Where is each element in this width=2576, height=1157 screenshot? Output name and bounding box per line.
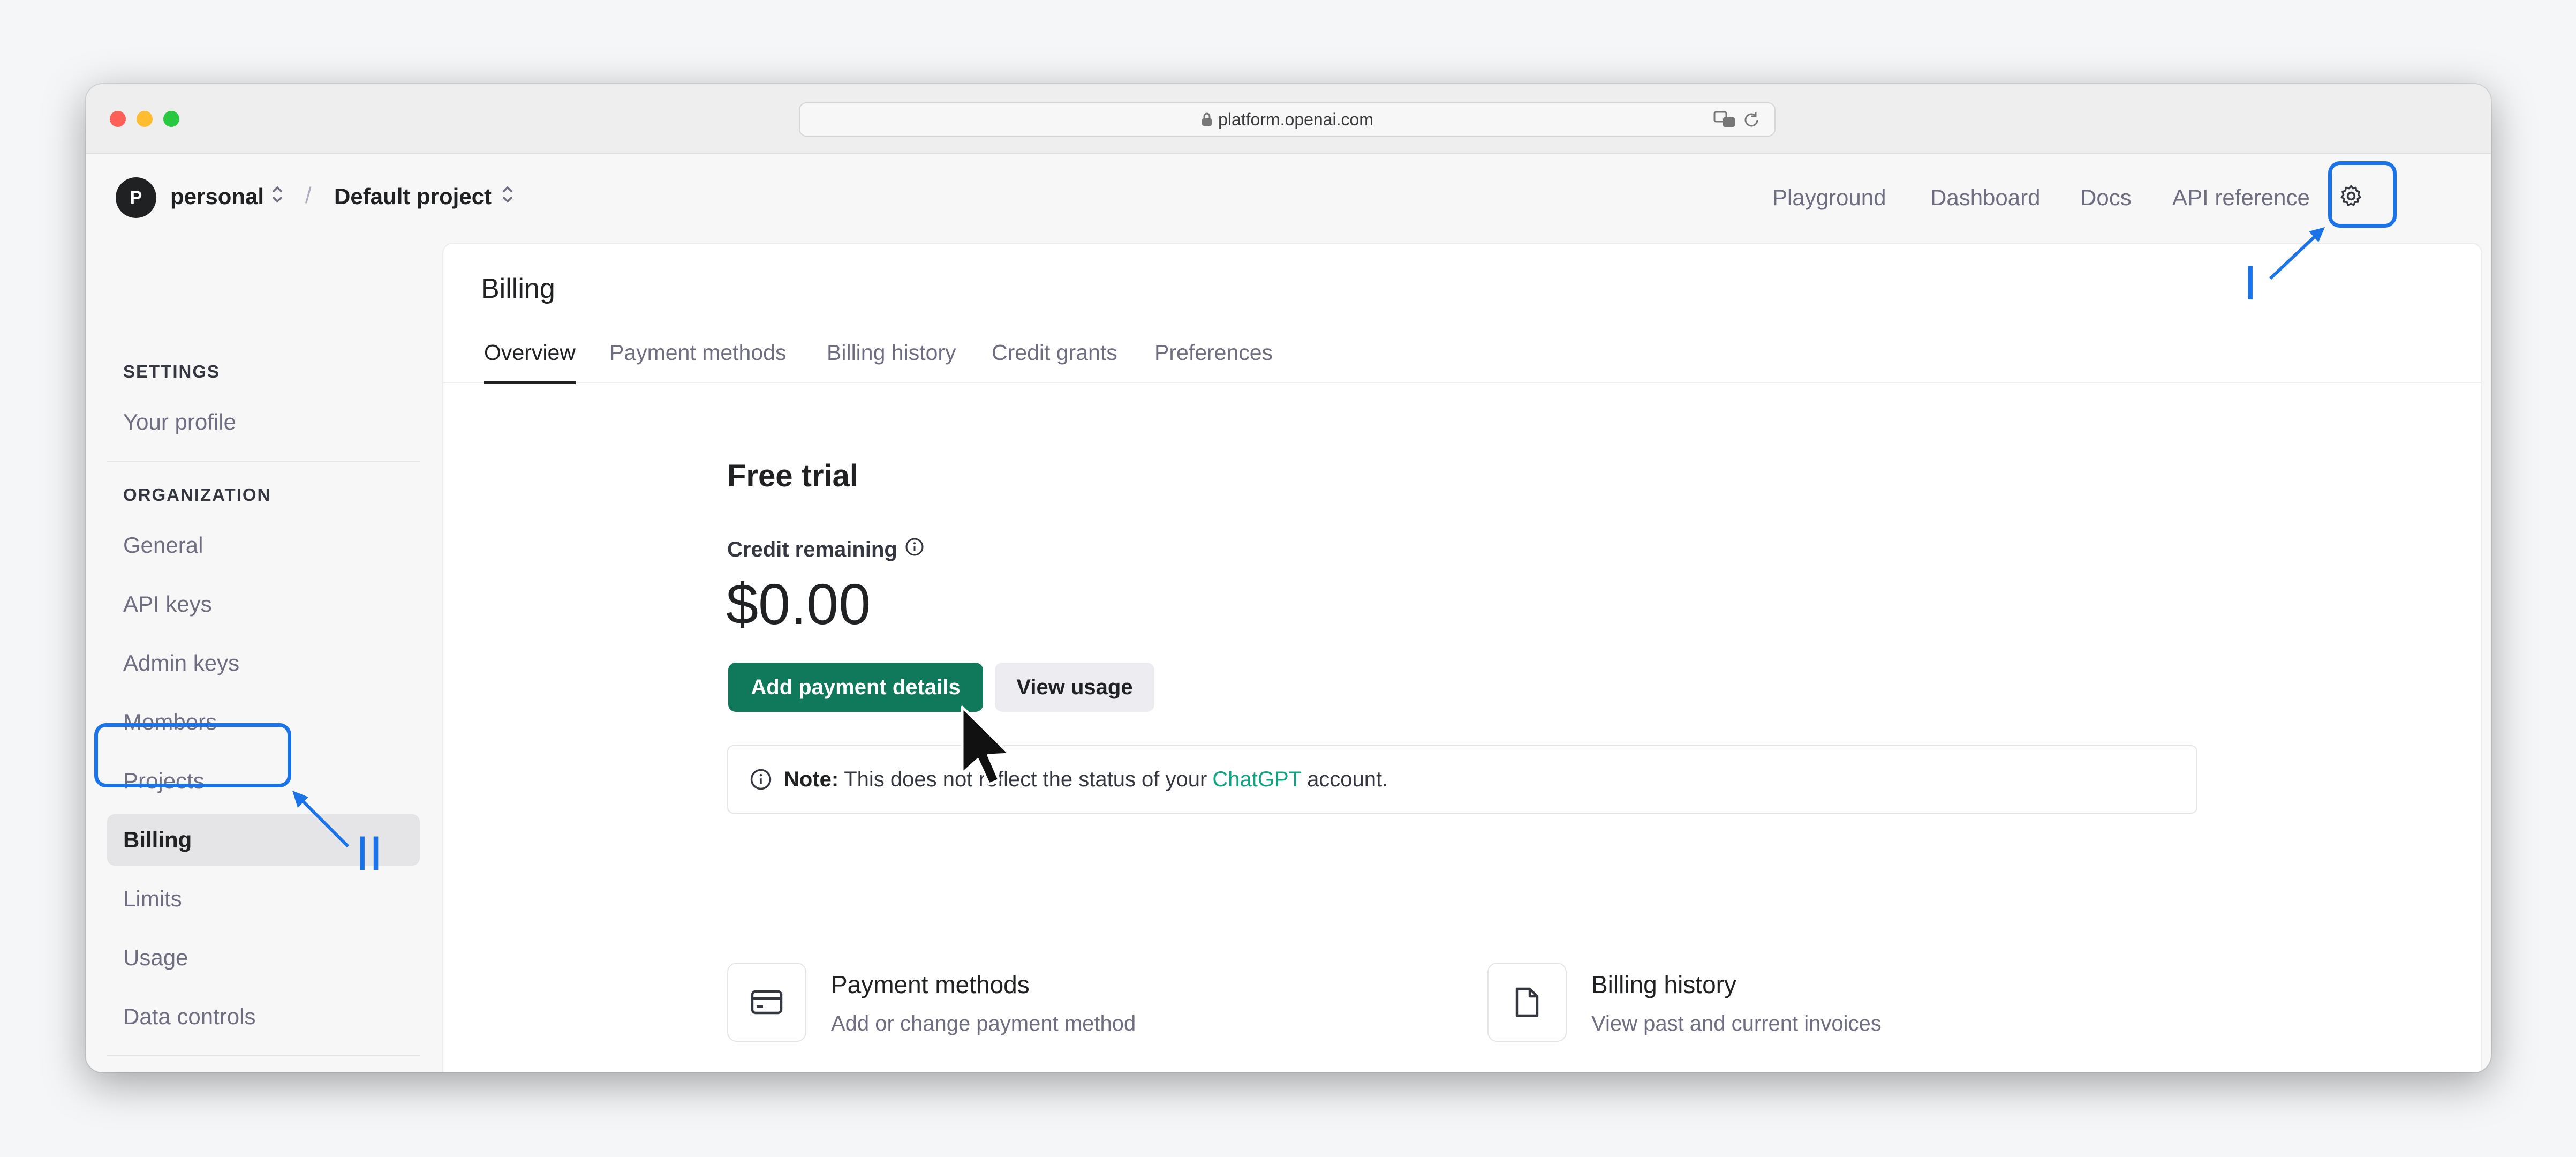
note-label: Note: [784, 767, 839, 791]
card-description: Add or change payment method [831, 1012, 1136, 1035]
tab-credit-grants[interactable]: Credit grants [992, 340, 1117, 381]
document-icon [1487, 963, 1567, 1042]
sidebar-item-api-keys[interactable]: API keys [107, 578, 420, 630]
nav-dashboard[interactable]: Dashboard [1930, 185, 2040, 211]
nav-api-reference[interactable]: API reference [2172, 185, 2310, 211]
card-title: Payment methods [831, 971, 1030, 998]
platform-header: P personal / Default project Playground … [86, 155, 2491, 235]
settings-sidebar: SETTINGS Your profile ORGANIZATION Gener… [86, 239, 439, 1072]
lock-icon [1201, 112, 1213, 127]
note-banner: Note: This does not reflect the status o… [727, 745, 2197, 814]
minimize-window-button[interactable] [137, 111, 153, 127]
project-switcher[interactable]: Default project [334, 184, 492, 209]
payment-methods-card[interactable]: Payment methods Add or change payment me… [727, 963, 1136, 1042]
annotation-highlight-billing [94, 723, 291, 787]
sidebar-divider [107, 1055, 420, 1056]
credit-label-text: Credit remaining [727, 537, 897, 561]
maximize-window-button[interactable] [163, 111, 179, 127]
annotation-step-2: II [356, 828, 383, 881]
card-description: View past and current invoices [1591, 1012, 1882, 1035]
annotation-step-1: I [2243, 257, 2257, 311]
org-switcher[interactable]: personal [170, 184, 264, 209]
tab-overview[interactable]: Overview [484, 340, 576, 384]
chevron-updown-icon[interactable] [501, 184, 515, 208]
translate-icon[interactable] [1713, 110, 1737, 134]
sidebar-item-your-profile[interactable]: Your profile [107, 396, 420, 448]
avatar[interactable]: P [116, 177, 156, 218]
info-icon[interactable] [905, 537, 924, 562]
info-icon [750, 768, 772, 791]
billing-history-card[interactable]: Billing history View past and current in… [1487, 963, 1882, 1042]
page-title: Billing [481, 273, 555, 304]
url-text: platform.openai.com [1218, 109, 1373, 129]
browser-titlebar: platform.openai.com [86, 84, 2491, 154]
annotation-highlight-settings [2328, 161, 2397, 228]
sidebar-item-data-controls[interactable]: Data controls [107, 991, 420, 1042]
add-payment-details-button[interactable]: Add payment details [728, 663, 983, 712]
credit-amount: $0.00 [726, 572, 871, 636]
nav-playground[interactable]: Playground [1772, 185, 1886, 211]
sidebar-divider [107, 461, 420, 462]
nav-docs[interactable]: Docs [2080, 185, 2132, 211]
sidebar-item-usage[interactable]: Usage [107, 932, 420, 983]
close-window-button[interactable] [110, 111, 126, 127]
tab-preferences[interactable]: Preferences [1154, 340, 1273, 381]
billing-panel: Billing Overview Payment methods Billing… [442, 243, 2482, 1072]
note-text-end: account. [1307, 767, 1388, 791]
browser-window: platform.openai.com P personal / Default… [86, 84, 2491, 1072]
credit-card-icon [727, 963, 806, 1042]
billing-tabs: Overview Payment methods Billing history… [443, 324, 2481, 384]
card-title: Billing history [1591, 971, 1736, 998]
chatgpt-link[interactable]: ChatGPT [1212, 768, 1302, 792]
credit-label: Credit remaining [727, 537, 924, 562]
sidebar-heading-settings: SETTINGS [123, 362, 221, 381]
address-bar[interactable]: platform.openai.com [799, 102, 1776, 137]
sidebar-heading-organization: ORGANIZATION [123, 485, 271, 505]
chevron-updown-icon[interactable] [270, 184, 284, 208]
tab-payment-methods[interactable]: Payment methods [609, 340, 786, 381]
tab-billing-history[interactable]: Billing history [827, 340, 956, 381]
reload-icon[interactable] [1741, 110, 1762, 134]
breadcrumb-separator: / [305, 183, 312, 208]
sidebar-item-general[interactable]: General [107, 520, 420, 571]
note-text: This does not reflect the status of your [844, 767, 1207, 791]
sidebar-item-admin-keys[interactable]: Admin keys [107, 637, 420, 689]
plan-title: Free trial [727, 459, 858, 493]
view-usage-button[interactable]: View usage [995, 663, 1154, 712]
